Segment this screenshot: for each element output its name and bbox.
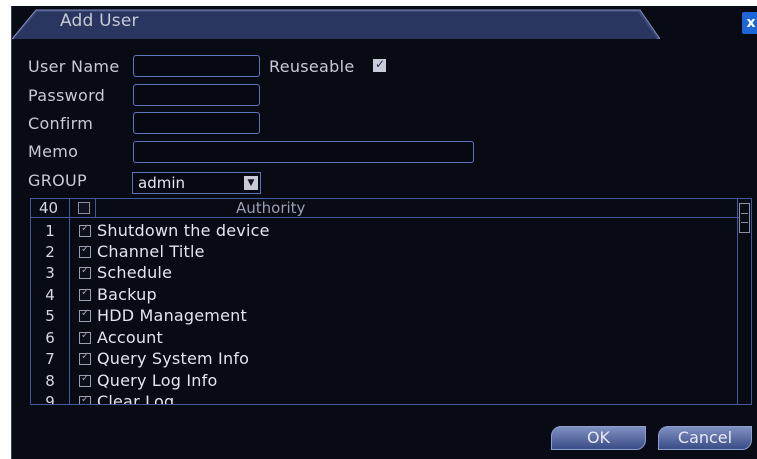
row-checkbox[interactable] xyxy=(79,351,91,365)
column-divider xyxy=(69,199,70,217)
ok-button[interactable]: OK xyxy=(551,426,646,450)
memo-input[interactable] xyxy=(133,141,474,163)
row-label: Account xyxy=(97,328,164,347)
row-checkbox[interactable] xyxy=(79,308,91,322)
row-checkbox[interactable] xyxy=(79,223,91,237)
authority-header: Authority xyxy=(236,199,306,217)
select-all-checkbox[interactable] xyxy=(78,202,90,214)
row-number: 8 xyxy=(45,372,55,390)
user-name-label: User Name xyxy=(28,57,120,76)
row-checkbox[interactable] xyxy=(79,244,91,258)
row-label: HDD Management xyxy=(97,306,247,325)
table-row[interactable]: 7 Query System Info xyxy=(31,349,739,370)
authority-count: 40 xyxy=(39,199,59,217)
row-number: 5 xyxy=(45,307,55,325)
row-label: Query System Info xyxy=(97,349,250,368)
reuseable-label: Reuseable xyxy=(269,57,355,76)
chevron-down-icon[interactable]: ▼ xyxy=(244,176,258,190)
close-button[interactable]: x xyxy=(742,12,757,34)
row-label: Channel Title xyxy=(97,242,205,261)
row-checkbox[interactable] xyxy=(79,287,91,301)
table-row[interactable]: 3 Schedule xyxy=(31,263,739,284)
row-label: Backup xyxy=(97,285,157,304)
row-label: Schedule xyxy=(97,263,173,282)
row-number: 6 xyxy=(45,329,55,347)
table-row[interactable]: 1 Shutdown the device xyxy=(31,221,739,242)
table-row[interactable]: 9 Clear Log xyxy=(31,392,739,405)
column-divider xyxy=(95,199,96,217)
row-checkbox[interactable] xyxy=(79,373,91,387)
confirm-label: Confirm xyxy=(28,114,94,133)
row-number: 2 xyxy=(45,243,55,261)
group-label: GROUP xyxy=(28,171,87,190)
row-checkbox[interactable] xyxy=(79,330,91,344)
row-label: Query Log Info xyxy=(97,371,218,390)
user-name-input[interactable] xyxy=(133,55,260,77)
row-number: 7 xyxy=(45,350,55,368)
authority-table: 40 Authority 1 Shutdown the device 2 Cha… xyxy=(30,198,752,405)
row-checkbox[interactable] xyxy=(79,265,91,279)
add-user-dialog: Add User x User Name Reuseable Password … xyxy=(11,6,757,459)
table-row[interactable]: 5 HDD Management xyxy=(31,306,739,327)
row-checkbox[interactable] xyxy=(79,394,91,404)
cancel-button[interactable]: Cancel xyxy=(658,426,752,450)
table-header: 40 Authority xyxy=(31,199,739,218)
row-number: 3 xyxy=(45,264,55,282)
row-label: Clear Log xyxy=(97,392,175,405)
dialog-title: Add User xyxy=(60,11,139,31)
table-scrollbar[interactable] xyxy=(737,199,751,404)
table-row[interactable]: 4 Backup xyxy=(31,285,739,306)
memo-label: Memo xyxy=(28,142,79,161)
row-number: 1 xyxy=(45,222,55,240)
password-input[interactable] xyxy=(133,84,260,106)
table-row[interactable]: 2 Channel Title xyxy=(31,242,739,263)
group-select-value: admin xyxy=(138,174,185,192)
row-number: 9 xyxy=(45,393,55,405)
table-row[interactable]: 6 Account xyxy=(31,328,739,349)
password-label: Password xyxy=(28,86,106,105)
row-label: Shutdown the device xyxy=(97,221,270,240)
title-bar: Add User xyxy=(12,6,660,39)
scrollbar-thumb[interactable] xyxy=(739,203,750,233)
reuseable-checkbox[interactable] xyxy=(373,57,386,72)
table-row[interactable]: 8 Query Log Info xyxy=(31,371,739,392)
row-number: 4 xyxy=(45,286,55,304)
group-select[interactable]: admin ▼ xyxy=(132,172,261,194)
confirm-input[interactable] xyxy=(133,112,260,134)
